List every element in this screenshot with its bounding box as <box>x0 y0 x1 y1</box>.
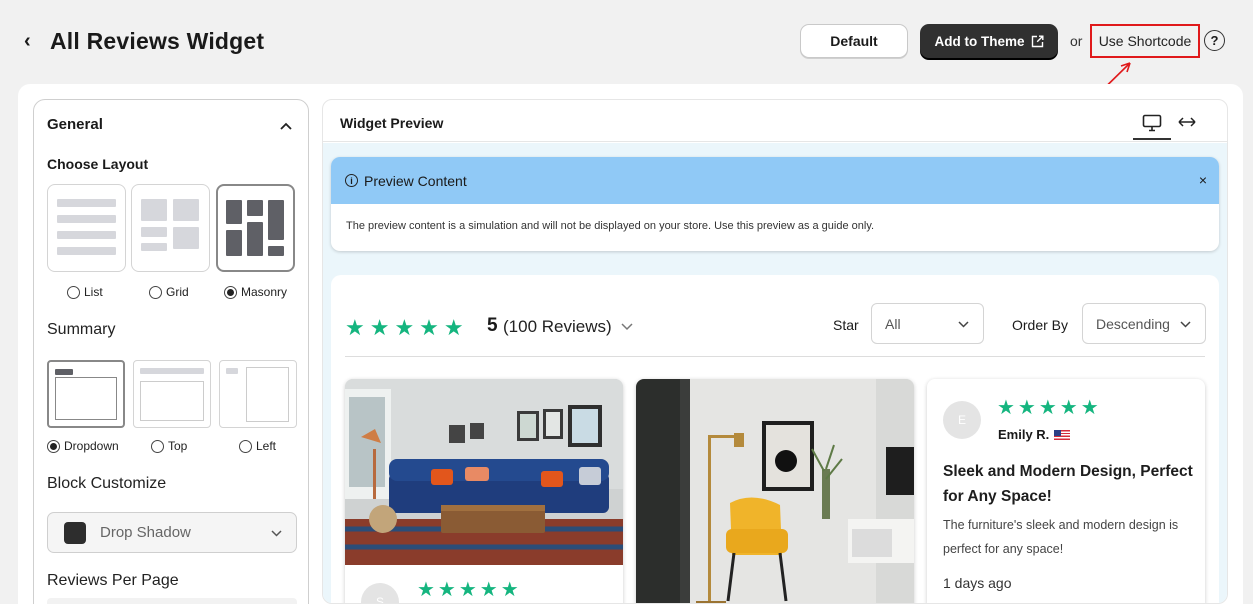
add-to-theme-button[interactable]: Add to Theme <box>920 24 1058 58</box>
review-stars: ★★★★★ <box>997 397 1102 419</box>
layout-grid-radio[interactable]: Grid <box>149 285 189 299</box>
notice-text: The preview content is a simulation and … <box>346 220 875 232</box>
radio-icon <box>151 439 164 453</box>
rating-value: 5 <box>487 315 498 336</box>
layout-list-label: List <box>84 285 103 299</box>
chevron-up-icon[interactable] <box>280 122 292 130</box>
avatar: S <box>361 583 399 603</box>
notice-title: Preview Content <box>364 172 467 189</box>
reviewer-name: Emily R. <box>998 427 1071 442</box>
review-stars: ★★★★★ <box>417 579 522 601</box>
general-section-title[interactable]: General <box>47 116 103 133</box>
chevron-down-icon <box>271 530 282 537</box>
layout-grid-label: Grid <box>166 285 189 299</box>
chevron-down-icon <box>958 321 969 328</box>
radio-icon <box>239 439 252 453</box>
order-by-select[interactable]: Descending <box>1082 303 1206 344</box>
default-button[interactable]: Default <box>800 24 908 58</box>
review-card[interactable] <box>636 379 914 603</box>
summary-dropdown-option[interactable] <box>47 360 125 428</box>
radio-icon <box>149 285 162 299</box>
reviews-widget: ★★★★★ 5 (100 Reviews) Star All Order By … <box>331 275 1219 603</box>
layout-list-option[interactable] <box>47 184 126 272</box>
star-filter-label: Star <box>833 317 859 333</box>
review-title: Sleek and Modern Design, Perfect for Any… <box>943 463 1193 505</box>
summary-left-option[interactable] <box>219 360 297 428</box>
chevron-down-icon <box>1180 321 1191 328</box>
radio-icon <box>67 285 80 299</box>
summary-top-radio[interactable]: Top <box>151 439 187 453</box>
divider <box>345 356 1205 357</box>
horizontal-resize-icon[interactable] <box>1177 116 1197 128</box>
review-text: The furniture's sleek and modern design … <box>943 518 1179 556</box>
summary-left-label: Left <box>256 439 277 453</box>
block-customize-label: Block Customize <box>47 475 167 492</box>
back-chevron-icon[interactable]: ‹ <box>24 30 31 52</box>
summary-top-label: Top <box>168 439 188 453</box>
widget-preview-title: Widget Preview <box>340 115 444 131</box>
top-bar: ‹ All Reviews Widget Default Add to Them… <box>0 0 1253 114</box>
block-customize-value: Drop Shadow <box>100 524 191 541</box>
preview-header: Widget Preview <box>323 100 1227 142</box>
choose-layout-label: Choose Layout <box>47 156 149 172</box>
review-card[interactable]: S ★★★★★ <box>345 379 623 603</box>
info-icon: i <box>345 174 358 187</box>
settings-panel: General Choose Layout List Grid Masonry … <box>33 99 309 604</box>
layout-masonry-option[interactable] <box>216 184 295 272</box>
desktop-view-button[interactable] <box>1133 108 1171 140</box>
star-filter-select[interactable]: All <box>871 303 984 344</box>
external-link-icon <box>1031 35 1043 47</box>
add-to-theme-label: Add to Theme <box>934 33 1025 49</box>
us-flag-icon <box>1054 429 1071 440</box>
use-shortcode-link[interactable]: Use Shortcode <box>1090 24 1200 58</box>
summary-dropdown-label: Dropdown <box>64 439 119 453</box>
radio-selected-icon <box>47 439 60 453</box>
block-customize-select[interactable]: Drop Shadow <box>47 512 297 553</box>
preview-notice: i Preview Content × The preview content … <box>331 157 1219 251</box>
review-date: 1 days ago <box>943 575 1012 591</box>
yellow-chair-photo <box>636 379 914 603</box>
widget-preview-panel: Widget Preview i Preview Content × The p… <box>322 99 1228 604</box>
layout-grid-option[interactable] <box>131 184 210 272</box>
star-filter-value: All <box>885 315 901 332</box>
layout-list-radio[interactable]: List <box>67 285 103 299</box>
reviewer-name-text: Emily R. <box>998 427 1050 442</box>
summary-top-option[interactable] <box>133 360 211 428</box>
layout-masonry-label: Masonry <box>241 285 288 299</box>
desktop-icon <box>1142 114 1162 132</box>
summary-dropdown-radio[interactable]: Dropdown <box>47 439 119 453</box>
layout-masonry-radio[interactable]: Masonry <box>224 285 287 299</box>
rating-count[interactable]: (100 Reviews) <box>503 317 612 337</box>
reviews-per-page-label: Reviews Per Page <box>47 572 179 589</box>
rating-stars: ★★★★★ <box>345 315 469 340</box>
notice-header: i Preview Content <box>331 157 1219 204</box>
close-icon[interactable]: × <box>1199 172 1207 188</box>
help-icon[interactable]: ? <box>1204 30 1225 51</box>
summary-left-radio[interactable]: Left <box>239 439 276 453</box>
reviews-per-page-input[interactable] <box>47 598 297 604</box>
page-title: All Reviews Widget <box>50 28 265 54</box>
radio-selected-icon <box>224 285 237 299</box>
order-by-label: Order By <box>1012 317 1069 333</box>
preview-body: i Preview Content × The preview content … <box>323 143 1227 603</box>
summary-label: Summary <box>47 321 116 338</box>
chevron-down-icon[interactable] <box>621 323 633 331</box>
or-text: or <box>1070 33 1083 49</box>
color-swatch <box>64 521 86 544</box>
order-by-value: Descending <box>1096 315 1170 332</box>
review-card[interactable]: E ★★★★★ Emily R. Sleek and Modern Design… <box>927 379 1205 603</box>
living-room-photo <box>345 379 623 565</box>
avatar: E <box>943 401 981 439</box>
